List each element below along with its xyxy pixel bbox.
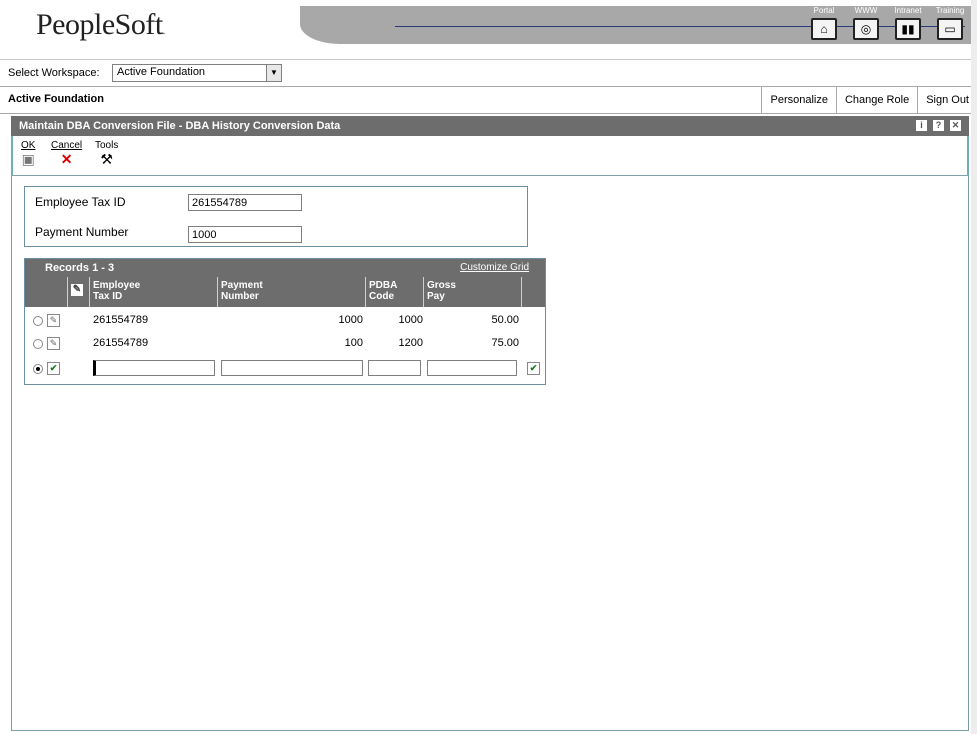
col-pdba-code[interactable]: PDBA Code (365, 277, 423, 307)
tools-icon: ⚒ (100, 151, 113, 167)
portal-nav: Portal ⌂ WWW ◎ Intranet ▮▮ Training ▭ (807, 6, 967, 40)
form-toolbar: OK ▣ Cancel ✕ Tools ⚒ (11, 136, 969, 176)
row-confirm-icon[interactable]: ✔ (527, 362, 540, 375)
nav-training[interactable]: Training ▭ (933, 6, 967, 40)
portal-header: PeopleSoft. Portal ⌂ WWW ◎ Intranet ▮▮ T… (0, 0, 977, 58)
role-title: Active Foundation (8, 93, 104, 105)
workspace-label: Select Workspace: (8, 67, 100, 79)
ok-label: OK (21, 140, 36, 151)
edit-payment-number[interactable] (221, 360, 363, 376)
cell-pdba-code: 1200 (398, 337, 423, 349)
change-role-link[interactable]: Change Role (835, 87, 917, 113)
cell-payment-number: 1000 (338, 314, 363, 326)
monitor-icon[interactable]: ▭ (937, 18, 963, 40)
nav-portal[interactable]: Portal ⌂ (807, 6, 841, 40)
cell-payment-number: 100 (344, 337, 363, 349)
nav-training-label: Training (935, 6, 965, 15)
nav-intranet-label: Intranet (894, 6, 922, 15)
tools-button[interactable]: Tools ⚒ (95, 140, 118, 167)
edit-employee-tax-id[interactable] (93, 360, 215, 376)
row-edit-icon[interactable]: ✎ (47, 314, 60, 327)
row-select-radio[interactable] (33, 364, 43, 374)
peoplesoft-logo: PeopleSoft. (36, 8, 165, 41)
cell-employee-tax-id: 261554789 (93, 337, 149, 349)
table-row[interactable]: ✎ 261554789 1000 1000 50.00 (25, 309, 545, 332)
cell-employee-tax-id: 261554789 (93, 314, 149, 326)
cell-gross-pay: 75.00 (491, 337, 519, 349)
header-fields-box: Employee Tax ID 261554789 Payment Number… (24, 186, 528, 247)
edit-gross-pay[interactable] (427, 360, 517, 376)
cancel-button[interactable]: Cancel ✕ (51, 140, 82, 167)
attachment-column-header[interactable]: ✎ (67, 277, 89, 307)
nav-portal-label: Portal (813, 6, 835, 15)
chevron-down-icon[interactable]: ▼ (266, 65, 281, 81)
grid-header: ✎ Employee Tax ID Payment Number PDBA Code … (25, 277, 545, 307)
col-spacer (521, 277, 545, 307)
table-row[interactable]: ✎ 261554789 100 1200 75.00 (25, 332, 545, 355)
close-icon[interactable]: ✕ (950, 120, 961, 131)
employee-tax-id-input[interactable]: 261554789 (188, 194, 302, 211)
form-title-bar: Maintain DBA Conversion File - DBA Histo… (11, 116, 969, 136)
personalize-link[interactable]: Personalize (761, 87, 835, 113)
cancel-label: Cancel (51, 140, 83, 151)
home-icon[interactable]: ⌂ (811, 18, 837, 40)
paperclip-icon: ✎ (71, 284, 83, 296)
page-scrollbar[interactable] (971, 0, 977, 734)
col-gross-pay[interactable]: Gross Pay (423, 277, 521, 307)
col-employee-tax-id[interactable]: Employee Tax ID (89, 277, 217, 307)
grid-title-bar: Records 1 - 3 Customize Grid (25, 259, 545, 277)
help-icon[interactable]: ? (933, 120, 944, 131)
row-edit-icon[interactable]: ✎ (47, 337, 60, 350)
info-icon[interactable]: i (916, 120, 927, 131)
nav-intranet[interactable]: Intranet ▮▮ (891, 6, 925, 40)
row-checkmark-icon[interactable]: ✔ (47, 362, 60, 375)
payment-number-label: Payment Number (35, 225, 129, 239)
workspace-select[interactable]: Active Foundation ▼ (112, 64, 282, 82)
globe-icon[interactable]: ◎ (853, 18, 879, 40)
form-title: Maintain DBA Conversion File - DBA Histo… (19, 120, 341, 132)
tools-label: Tools (95, 140, 119, 151)
payment-number-input[interactable]: 1000 (188, 226, 302, 243)
nav-www[interactable]: WWW ◎ (849, 6, 883, 40)
row-select-radio[interactable] (33, 339, 43, 349)
edit-pdba-code[interactable] (368, 360, 421, 376)
grid-edit-row[interactable]: ✔ ✔ (25, 357, 545, 380)
row-select-radio[interactable] (33, 316, 43, 326)
book-icon[interactable]: ▮▮ (895, 18, 921, 40)
grid-records-count: Records 1 - 3 (45, 262, 115, 274)
ok-button[interactable]: OK ▣ (21, 140, 35, 167)
save-icon: ▣ (21, 151, 35, 167)
sign-out-link[interactable]: Sign Out (917, 87, 977, 113)
nav-www-label: WWW (854, 6, 878, 15)
cell-gross-pay: 50.00 (491, 314, 519, 326)
role-bar: Active Foundation Personalize Change Rol… (0, 86, 977, 114)
cancel-x-icon: ✕ (60, 151, 73, 167)
workspace-select-value: Active Foundation (117, 66, 206, 78)
cell-pdba-code: 1000 (398, 314, 423, 326)
workspace-bar: Select Workspace: Active Foundation ▼ (0, 59, 977, 86)
employee-tax-id-label: Employee Tax ID (35, 195, 126, 209)
records-grid: Records 1 - 3 Customize Grid ✎ Employee T… (24, 258, 546, 385)
col-payment-number[interactable]: Payment Number (217, 277, 365, 307)
customize-grid-link[interactable]: Customize Grid (460, 262, 529, 273)
